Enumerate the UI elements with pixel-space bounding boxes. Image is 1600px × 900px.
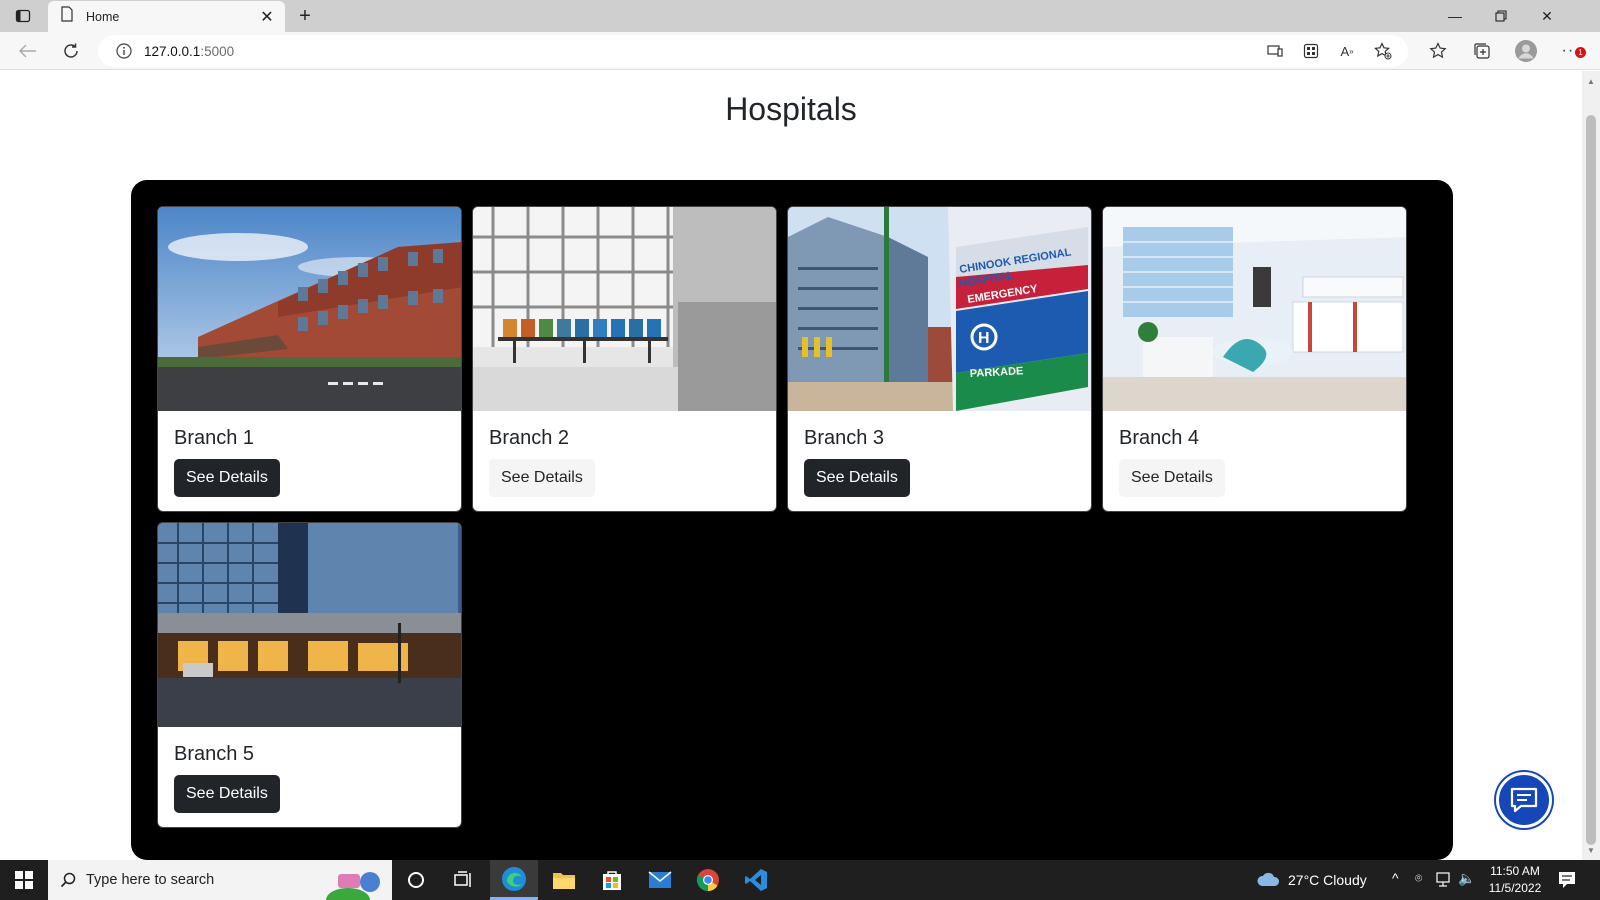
- meet-now-icon[interactable]: ⌾: [1415, 871, 1422, 886]
- branches-panel: Branch 1 See Details Branch 2 See Detail…: [131, 180, 1453, 860]
- notifications-icon[interactable]: [1558, 871, 1576, 894]
- see-details-button[interactable]: See Details: [489, 459, 595, 497]
- settings-more-icon[interactable]: ··· 1: [1558, 39, 1586, 63]
- page-content: Hospitals Branch 1 See Details Branch 2 …: [0, 71, 1582, 860]
- chat-button[interactable]: [1496, 772, 1552, 828]
- card-title: Branch 2: [489, 427, 570, 449]
- branch-card: Branch 5 See Details: [157, 522, 462, 828]
- see-details-button[interactable]: See Details: [804, 459, 910, 497]
- page-icon: [60, 6, 74, 27]
- clinic-building-image: [158, 523, 461, 727]
- hospital-sign-image: CHINOOK REGIONAL HOSPITAL EMERGENCY H PA…: [788, 207, 1091, 411]
- address-bar[interactable]: 127.0.0.1:5000: [98, 35, 1408, 67]
- new-tab-icon[interactable]: +: [292, 4, 318, 28]
- vscode-icon[interactable]: [732, 860, 780, 900]
- scroll-down-icon[interactable]: ▼: [1582, 842, 1600, 858]
- clock-date: 11/5/2022: [1488, 881, 1542, 895]
- browser-tab[interactable]: Home ✕: [48, 1, 285, 32]
- browser-toolbar: 127.0.0.1:5000 A» ··· 1: [0, 32, 1600, 70]
- back-icon[interactable]: [12, 37, 44, 65]
- taskbar-search[interactable]: Type here to search: [48, 860, 392, 900]
- minimize-icon[interactable]: —: [1432, 0, 1478, 32]
- clock-time: 11:50 AM: [1490, 864, 1540, 878]
- apps-icon[interactable]: [1298, 39, 1324, 63]
- file-explorer-icon[interactable]: [540, 860, 588, 900]
- restore-icon[interactable]: [1478, 0, 1524, 32]
- search-placeholder: Type here to search: [86, 872, 215, 888]
- chrome-icon[interactable]: [684, 860, 732, 900]
- favorites-icon[interactable]: [1425, 39, 1451, 63]
- site-info-icon[interactable]: [114, 41, 134, 61]
- page-title: Hospitals: [725, 91, 857, 127]
- dental-room-image: [1103, 207, 1406, 411]
- branch-card: Branch 2 See Details: [472, 206, 777, 512]
- search-highlight-icon: [318, 868, 384, 900]
- weather-icon[interactable]: [1256, 870, 1282, 893]
- refresh-icon[interactable]: [55, 37, 87, 65]
- notification-badge: 1: [1575, 47, 1586, 58]
- tab-actions-icon[interactable]: [0, 0, 46, 32]
- mail-icon[interactable]: [636, 860, 684, 900]
- page-scrollbar[interactable]: ▲ ▼: [1582, 71, 1600, 860]
- collections-icon[interactable]: [1469, 39, 1495, 63]
- read-aloud-icon[interactable]: A»: [1334, 39, 1360, 63]
- see-details-button[interactable]: See Details: [174, 775, 280, 813]
- close-window-icon[interactable]: ✕: [1524, 0, 1570, 32]
- task-view-icon[interactable]: [440, 860, 488, 900]
- search-icon: [60, 872, 76, 888]
- weather-text[interactable]: 27°C Cloudy: [1288, 872, 1367, 888]
- windows-start-icon[interactable]: [0, 860, 48, 900]
- app-available-icon[interactable]: [1262, 39, 1288, 63]
- taskbar-clock[interactable]: 11:50 AM 11/5/2022: [1470, 863, 1560, 897]
- store-icon[interactable]: [588, 860, 636, 900]
- edge-taskbar-icon[interactable]: [490, 860, 538, 900]
- card-title: Branch 5: [174, 743, 255, 765]
- waiting-room-image: [473, 207, 776, 411]
- network-icon[interactable]: [1436, 872, 1454, 893]
- card-title: Branch 1: [174, 427, 255, 449]
- branch-card: Branch 1 See Details: [157, 206, 462, 512]
- url-text: 127.0.0.1:5000: [144, 43, 235, 59]
- windows-taskbar: Type here to search 27°C Cloudy ^ ⌾ 🔈 11…: [0, 860, 1600, 900]
- branch-card: Branch 4 See Details: [1102, 206, 1407, 512]
- profile-avatar[interactable]: [1513, 39, 1539, 63]
- hospital-image: [158, 207, 461, 411]
- chat-icon: [1510, 787, 1538, 813]
- card-title: Branch 3: [804, 427, 885, 449]
- tab-title: Home: [86, 9, 120, 24]
- close-tab-icon[interactable]: ✕: [255, 5, 279, 29]
- branch-card: CHINOOK REGIONAL HOSPITAL EMERGENCY H PA…: [787, 206, 1092, 512]
- scroll-up-icon[interactable]: ▲: [1582, 73, 1600, 89]
- see-details-button[interactable]: See Details: [174, 459, 280, 497]
- svg-text:H: H: [978, 330, 990, 347]
- tray-chevron-icon[interactable]: ^: [1392, 870, 1399, 886]
- see-details-button[interactable]: See Details: [1119, 459, 1225, 497]
- browser-titlebar: Home ✕ + — ✕: [0, 0, 1600, 32]
- add-favorite-icon[interactable]: [1370, 39, 1396, 63]
- scroll-thumb[interactable]: [1586, 115, 1596, 845]
- cortana-icon[interactable]: [392, 860, 440, 900]
- card-title: Branch 4: [1119, 427, 1200, 449]
